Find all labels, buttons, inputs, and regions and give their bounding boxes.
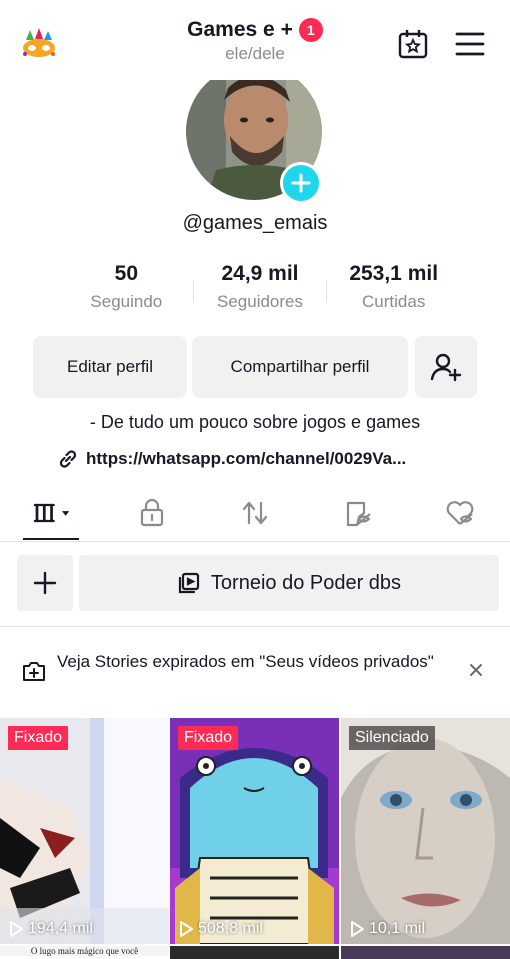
notice-text: Veja Stories expirados em "Seus vídeos p… [57,652,434,671]
menu-icon[interactable] [454,30,486,58]
liked-hidden-icon [446,501,474,525]
close-icon[interactable] [466,660,486,680]
notification-badge: 1 [298,18,323,42]
videos-grid-icon [33,503,70,523]
add-friends-button[interactable] [415,336,477,398]
stat-following-value: 50 [114,262,139,285]
pinned-badge: Fixado [178,726,239,750]
profile-bio: - De tudo um pouco sobre jogos e games [89,412,421,432]
video-thumbnail[interactable] [341,946,510,959]
playlist-row: Torneio do Poder dbs [0,543,510,627]
share-profile-button[interactable]: Compartilhar perfil [192,336,408,398]
play-icon [351,921,364,937]
add-user-icon [430,353,462,382]
video-thumbnail[interactable]: O lugo mais mágico que você [0,946,169,959]
edit-profile-button[interactable]: Editar perfil [33,336,187,398]
stat-following-label: Seguindo [90,292,163,311]
view-count: 10,1 mil [349,920,425,938]
view-count: 194,4 mil [8,920,93,938]
video-thumbnail[interactable] [170,946,339,959]
username: @games_emais [182,212,328,234]
profile-stats: 50 Seguindo 24,9 mil Seguidores 253,1 mi… [60,262,460,322]
page-title: Games e + [187,18,293,41]
tab-videos[interactable] [32,498,72,528]
tab-reposts[interactable] [235,498,275,528]
playlist-button[interactable]: Torneio do Poder dbs [79,555,499,611]
expired-stories-notice[interactable]: Veja Stories expirados em "Seus vídeos p… [0,628,510,716]
calendar-star-icon[interactable] [397,28,429,60]
plus-icon [33,571,57,595]
pronouns: ele/dele [225,44,285,63]
lock-icon [140,499,164,527]
pinned-badge: Fixado [8,726,69,750]
stat-followers[interactable]: 24,9 mil Seguidores [194,262,327,322]
view-count-text: 508,8 mil [198,920,263,937]
link-icon [59,450,77,468]
profile-link[interactable]: https://whatsapp.com/channel/0029Va... [56,447,406,471]
profile-tabs [0,490,510,542]
camera-plus-icon [22,660,46,682]
add-playlist-button[interactable] [17,555,73,611]
playlist-icon [178,572,200,594]
account-switcher[interactable]: Games e + 1 [187,18,323,42]
view-count-text: 194,4 mil [28,920,93,937]
view-count: 508,8 mil [178,920,263,938]
add-story-button[interactable] [280,162,322,204]
video-thumbnail[interactable]: Fixado 508,8 mil [170,718,339,944]
favorites-hidden-icon [346,501,371,527]
video-thumbnail[interactable]: Silenciado 10,1 mil [341,718,510,944]
video-grid: Fixado 194,4 mil Fixado 508,8 mil Silenc… [0,718,510,959]
playlist-name: Torneio do Poder dbs [210,571,402,594]
play-icon [180,921,193,937]
stat-likes-value: 253,1 mil [349,262,439,285]
stat-followers-value: 24,9 mil [221,262,299,285]
repost-icon [242,501,268,525]
play-icon [10,921,23,937]
profile-link-text: https://whatsapp.com/channel/0029Va... [86,449,407,468]
video-thumbnail[interactable]: Fixado 194,4 mil [0,718,169,944]
tab-private[interactable] [132,498,172,528]
view-count-text: 10,1 mil [369,920,426,937]
muted-badge: Silenciado [349,726,435,750]
thumbnail-caption: O lugo mais mágico que você [0,946,169,956]
top-bar: Games e + 1 ele/dele [0,0,510,76]
tab-favorites[interactable] [338,498,378,528]
plus-icon [291,173,311,193]
active-tab-indicator [23,538,79,540]
tab-liked[interactable] [440,498,480,528]
stat-likes[interactable]: 253,1 mil Curtidas [327,262,460,322]
stat-likes-label: Curtidas [362,292,426,311]
header-title-block: Games e + 1 ele/dele [0,18,510,64]
stat-following[interactable]: 50 Seguindo [60,262,193,322]
stat-followers-label: Seguidores [217,292,304,311]
